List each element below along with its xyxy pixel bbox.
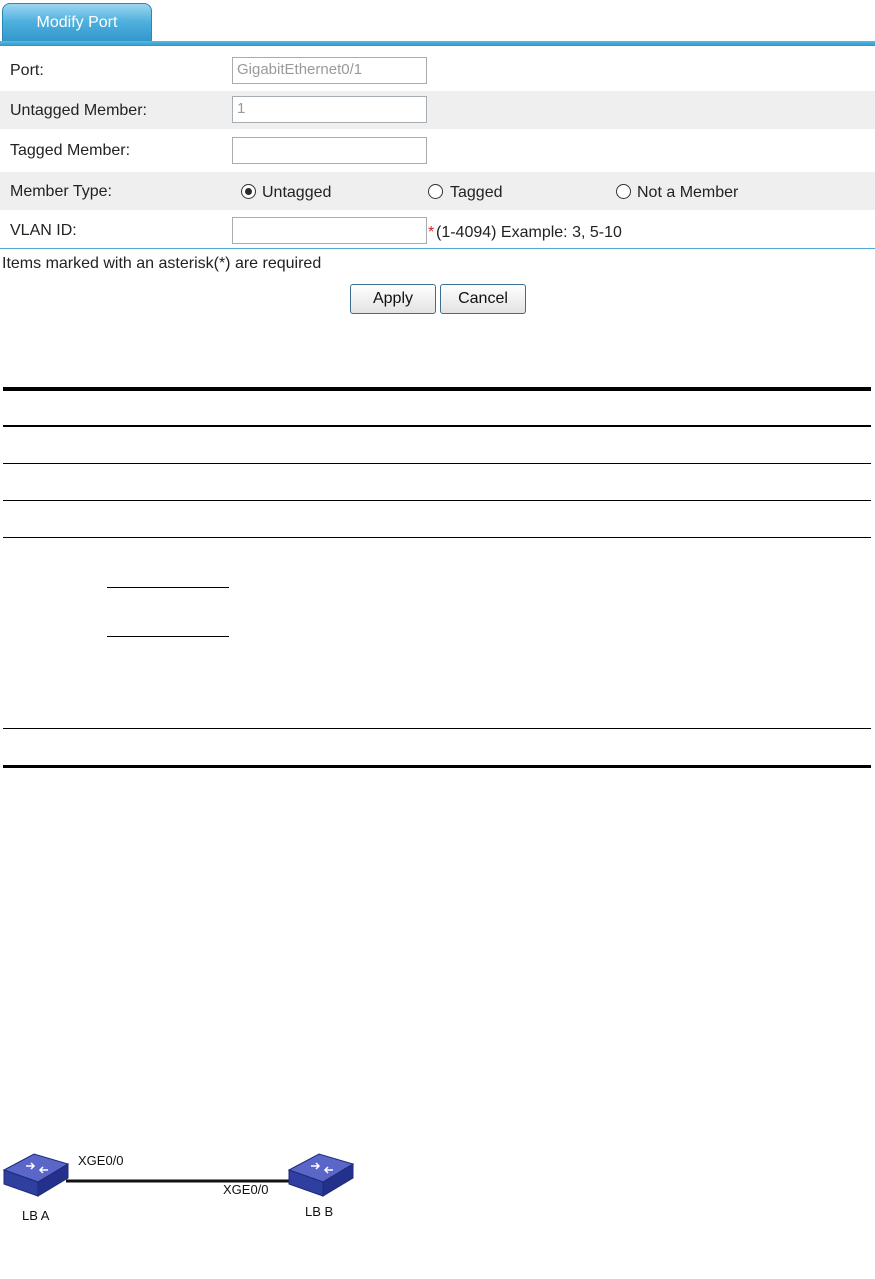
required-note: Items marked with an asterisk(*) are req… [2,255,322,272]
port-row [0,54,875,92]
untagged-member-field: 1 [232,96,427,123]
radio-selected-dot [245,188,252,195]
cancel-button[interactable]: Cancel [440,284,526,314]
required-asterisk: * [428,224,435,241]
radio-untagged-label[interactable]: Untagged [262,184,331,202]
member-type-label: Member Type: [10,183,112,200]
network-diagram [2,1153,355,1197]
lb-b-label: LB B [305,1204,334,1219]
vlan-id-input[interactable] [232,217,427,244]
lb-b-device-icon [287,1153,355,1197]
vlan-id-hint: (1-4094) Example: 3, 5-10 [436,224,622,241]
lb-a-device-icon [2,1153,70,1197]
tagged-member-label: Tagged Member: [10,142,131,159]
lb-a-port-label: XGE0/0 [78,1153,124,1168]
lb-b-port-label: XGE0/0 [223,1182,269,1197]
table-row-rule [3,728,871,729]
apply-button[interactable]: Apply [350,284,436,314]
port-field: GigabitEthernet0/1 [232,57,427,84]
table-header-rule [3,425,871,427]
form-divider [0,248,875,249]
radio-not-a-member-label[interactable]: Not a Member [637,184,738,202]
vlan-id-label: VLAN ID: [10,222,77,239]
radio-tagged-label[interactable]: Tagged [450,184,503,202]
tab-underline [0,41,875,46]
table-blank-line [107,587,229,588]
table-row-rule [3,537,871,538]
lb-a-label: LB A [22,1208,50,1223]
table-blank-line [107,636,229,637]
table-bottom-rule [3,765,871,768]
radio-not-a-member[interactable] [616,184,631,199]
table-row-rule [3,500,871,501]
table-top-rule [3,387,871,391]
radio-tagged[interactable] [428,184,443,199]
table-row-rule [3,463,871,464]
tab-label: Modify Port [36,14,118,31]
tagged-member-row [0,132,875,170]
tagged-member-field [232,137,427,164]
radio-untagged[interactable] [241,184,256,199]
untagged-member-label: Untagged Member: [10,102,147,119]
port-label: Port: [10,62,44,79]
